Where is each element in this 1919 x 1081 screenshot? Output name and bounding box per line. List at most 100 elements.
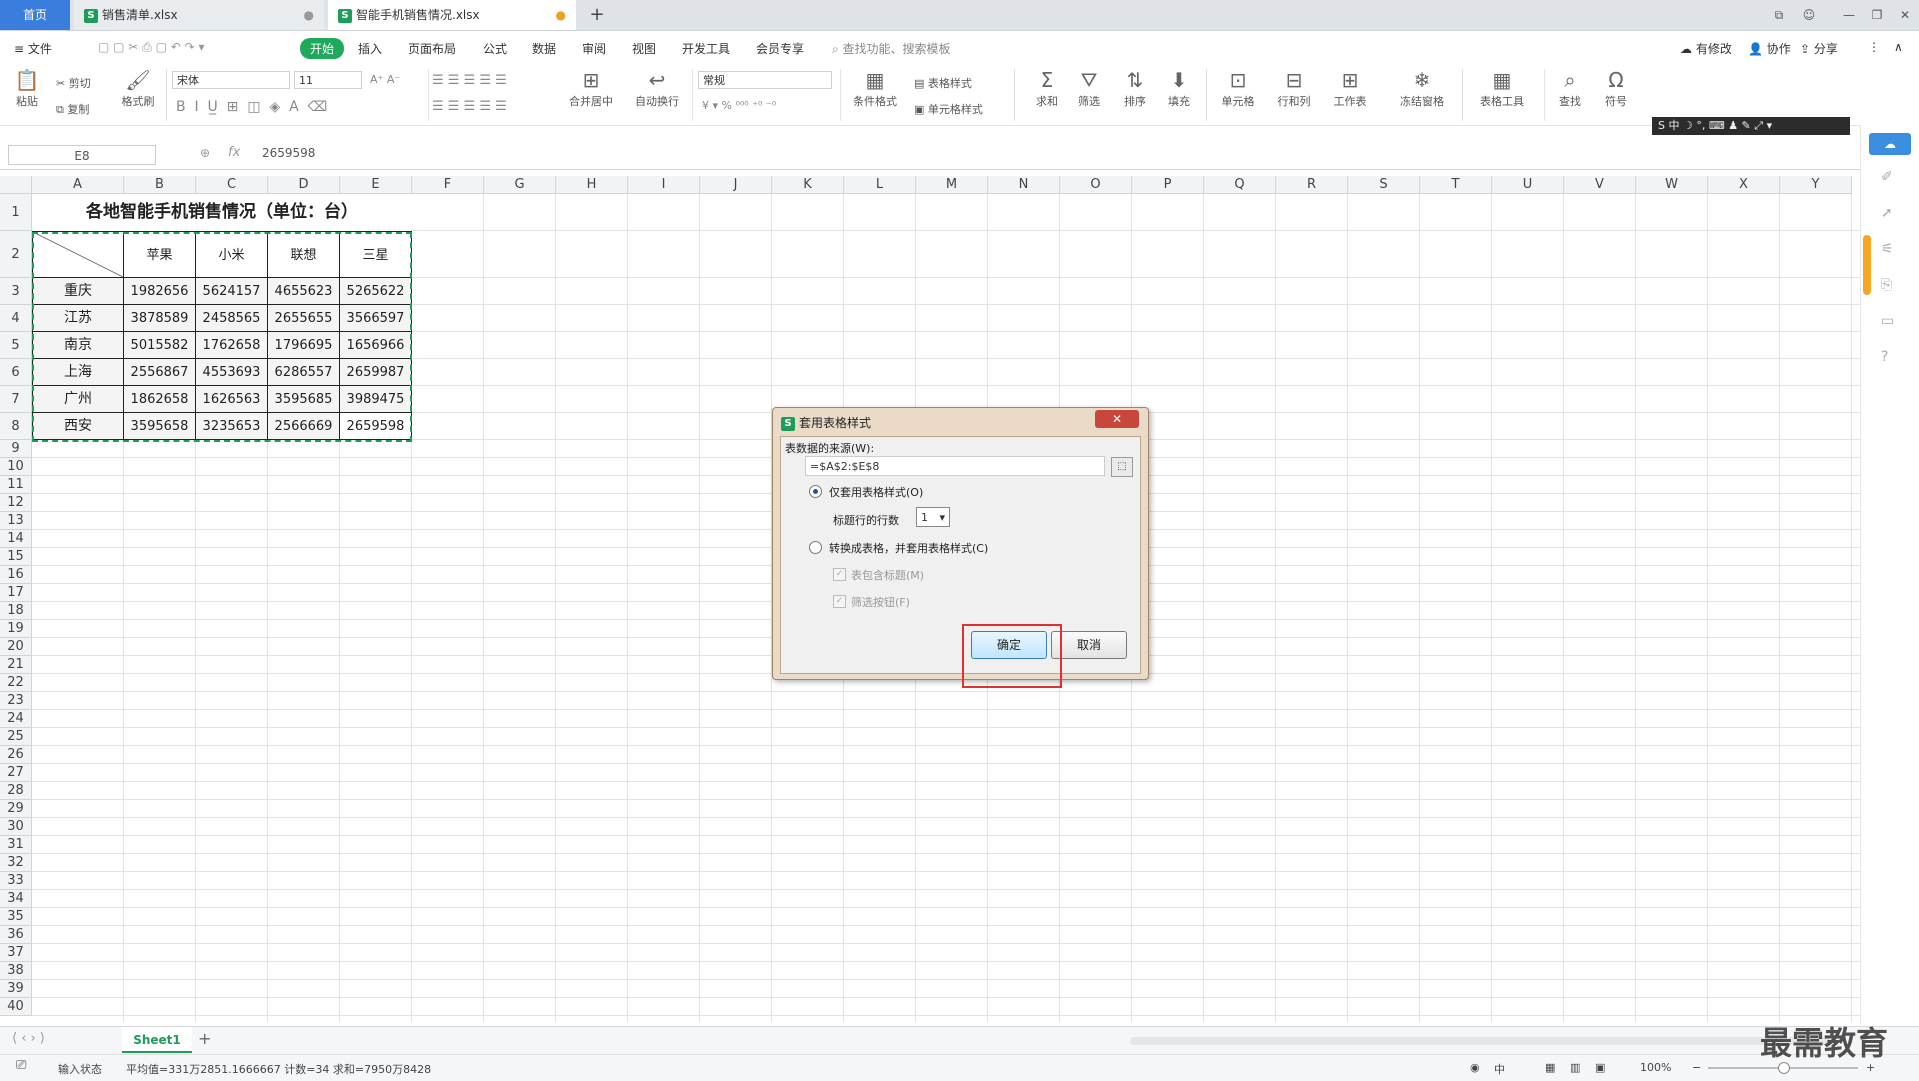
align-icons-bottom[interactable]: ☰ ☰ ☰ ☰ ☰ <box>432 99 507 114</box>
row-header[interactable]: 32 <box>0 854 32 872</box>
column-header[interactable]: V <box>1564 176 1636 194</box>
value-cell[interactable]: 5265622 <box>340 278 412 305</box>
value-cell[interactable]: 1982656 <box>124 278 196 305</box>
column-header[interactable]: U <box>1492 176 1564 194</box>
search-box[interactable]: ⌕ 查找功能、搜索模板 <box>832 40 951 57</box>
name-box[interactable]: E8 <box>8 145 156 165</box>
dialog-close-button[interactable]: ✕ <box>1095 410 1139 428</box>
tab-file-sales-list[interactable]: S 销售清单.xlsx ● <box>74 0 324 30</box>
range-picker-button[interactable]: ⬚ <box>1111 457 1133 477</box>
font-size-adjust-icons[interactable]: A⁺ A⁻ <box>370 73 400 86</box>
row-header[interactable]: 30 <box>0 818 32 836</box>
column-header[interactable]: Q <box>1204 176 1276 194</box>
value-cell[interactable]: 1862658 <box>124 386 196 413</box>
number-format-icons[interactable]: ¥ ▾ % ⁰⁰⁰ ⁺⁰ ⁻⁰ <box>702 99 776 112</box>
filter-button[interactable]: ⛛ 筛选 <box>1072 69 1106 109</box>
column-header[interactable]: R <box>1276 176 1348 194</box>
row-header[interactable]: 27 <box>0 764 32 782</box>
row-header[interactable]: 17 <box>0 584 32 602</box>
unsaved-dot-icon[interactable]: ● <box>556 0 566 30</box>
auto-wrap-button[interactable]: ↩ 自动换行 <box>630 69 684 109</box>
column-header[interactable]: D <box>268 176 340 194</box>
row-header[interactable]: 9 <box>0 440 32 458</box>
column-header[interactable]: I <box>628 176 700 194</box>
row-header[interactable]: 14 <box>0 530 32 548</box>
row-header[interactable]: 24 <box>0 710 32 728</box>
macro-icon[interactable]: ⎚ <box>16 1058 26 1073</box>
normal-view-icon[interactable]: ▦ <box>1545 1061 1555 1074</box>
row-header[interactable]: 10 <box>0 458 32 476</box>
font-name-select[interactable]: 宋体 <box>172 71 290 89</box>
row-header[interactable]: 34 <box>0 890 32 908</box>
source-range-input[interactable]: =$A$2:$E$8 <box>805 456 1105 476</box>
conditional-format-button[interactable]: ▦ 条件格式 <box>846 69 904 109</box>
row-header[interactable]: 15 <box>0 548 32 566</box>
tab-home[interactable]: 首页 <box>0 0 70 30</box>
eye-protect-icon[interactable]: ◉ <box>1470 1061 1480 1074</box>
collaborate-button[interactable]: 👤 协作 <box>1748 40 1791 57</box>
value-cell[interactable]: 1762658 <box>196 332 268 359</box>
add-sheet-button[interactable]: + <box>198 1029 211 1048</box>
find-button[interactable]: ⌕ 查找 <box>1552 69 1588 109</box>
row-header[interactable]: 5 <box>0 332 32 359</box>
region-cell[interactable]: 广州 <box>32 386 124 413</box>
menu-file[interactable]: ≡ 文件 <box>14 40 52 57</box>
value-cell[interactable]: 3878589 <box>124 305 196 332</box>
radio-convert-table[interactable] <box>809 541 822 554</box>
cell-style-button[interactable]: ▣ 单元格样式 <box>914 101 983 117</box>
copy-button[interactable]: ⧉ 复制 <box>56 101 89 117</box>
new-tab-button[interactable]: + <box>585 0 609 30</box>
column-header-cell[interactable]: 苹果 <box>124 231 196 278</box>
row-header[interactable]: 3 <box>0 278 32 305</box>
window-layout-icon[interactable]: ⧉ <box>1770 6 1788 24</box>
region-cell[interactable]: 西安 <box>32 413 124 440</box>
page-layout-view-icon[interactable]: ▥ <box>1570 1061 1580 1074</box>
value-cell[interactable]: 2655655 <box>268 305 340 332</box>
input-method[interactable]: 中 <box>1494 1061 1505 1077</box>
value-cell[interactable]: 2659598 <box>340 413 412 440</box>
menu-start[interactable]: 开始 <box>300 38 345 59</box>
style-icon[interactable]: ✐ <box>1881 169 1893 185</box>
value-cell[interactable]: 4655623 <box>268 278 340 305</box>
font-style-icons[interactable]: B I U̲ ⊞ ◫ ◈ A ⌫ <box>176 99 327 115</box>
sort-button[interactable]: ⇅ 排序 <box>1118 69 1152 109</box>
row-header[interactable]: 8 <box>0 413 32 440</box>
merge-center-button[interactable]: ⊞ 合并居中 <box>562 69 620 109</box>
close-icon[interactable]: ● <box>304 0 314 30</box>
row-header[interactable]: 35 <box>0 908 32 926</box>
archive-icon[interactable]: ▭ <box>1881 313 1894 329</box>
row-header[interactable]: 21 <box>0 656 32 674</box>
column-header[interactable]: J <box>700 176 772 194</box>
row-header[interactable]: 40 <box>0 998 32 1016</box>
value-cell[interactable]: 5624157 <box>196 278 268 305</box>
cut-button[interactable]: ✂ 剪切 <box>56 75 91 91</box>
zoom-level[interactable]: 100% <box>1640 1061 1671 1074</box>
column-header[interactable]: H <box>556 176 628 194</box>
row-col-button[interactable]: ⊟ 行和列 <box>1272 69 1316 109</box>
sheet-tab-sheet1[interactable]: Sheet1 <box>122 1027 192 1053</box>
column-header-cell[interactable]: 联想 <box>268 231 340 278</box>
region-cell[interactable]: 南京 <box>32 332 124 359</box>
value-cell[interactable]: 5015582 <box>124 332 196 359</box>
row-header[interactable]: 33 <box>0 872 32 890</box>
table-tools-button[interactable]: ▦ 表格工具 <box>1472 69 1532 109</box>
value-cell[interactable]: 4553693 <box>196 359 268 386</box>
row-header[interactable]: 23 <box>0 692 32 710</box>
value-cell[interactable]: 2458565 <box>196 305 268 332</box>
row-header[interactable]: 26 <box>0 746 32 764</box>
row-header[interactable]: 38 <box>0 962 32 980</box>
select-all-corner[interactable] <box>0 176 32 194</box>
sheet-nav-icons[interactable]: ⟨ ‹ › ⟩ <box>12 1031 45 1046</box>
column-header[interactable]: F <box>412 176 484 194</box>
row-header[interactable]: 25 <box>0 728 32 746</box>
align-icons-top[interactable]: ☰ ☰ ☰ ☰ ☰ <box>432 73 507 88</box>
table-style-button[interactable]: ▤ 表格样式 <box>914 75 972 91</box>
row-header[interactable]: 22 <box>0 674 32 692</box>
radio-style-only[interactable] <box>809 485 822 498</box>
row-header[interactable]: 39 <box>0 980 32 998</box>
value-cell[interactable]: 3235653 <box>196 413 268 440</box>
column-header[interactable]: T <box>1420 176 1492 194</box>
column-header[interactable]: O <box>1060 176 1132 194</box>
value-cell[interactable]: 2566669 <box>268 413 340 440</box>
column-header[interactable]: N <box>988 176 1060 194</box>
